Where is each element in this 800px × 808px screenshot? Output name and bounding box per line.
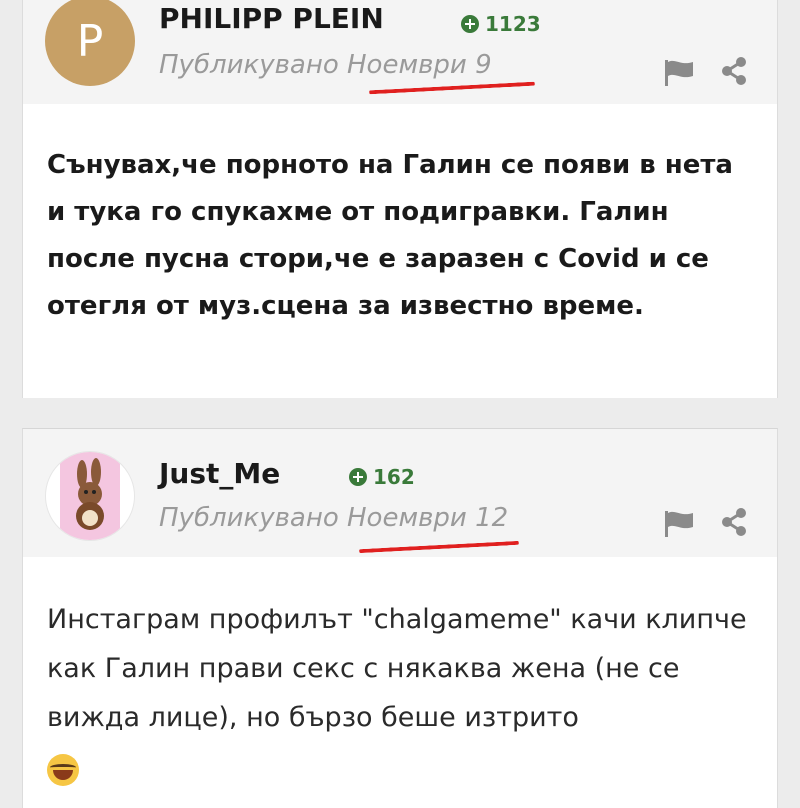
published-date[interactable]: Публикувано Ноември 9: [159, 50, 492, 80]
avatar[interactable]: [45, 451, 135, 541]
post-body-text: Инстаграм профилът "chalgameme" качи кли…: [47, 604, 747, 733]
plus-circle-icon: [349, 468, 367, 486]
post-philipp-plein: P PHILIPP PLEIN 1123 Публикувано Ноември…: [22, 0, 778, 398]
report-flag-button[interactable]: [663, 509, 697, 543]
post-header: Just_Me 162 Публикувано Ноември 12: [23, 429, 777, 557]
published-date[interactable]: Публикувано Ноември 12: [159, 503, 508, 533]
laughing-tears-emoji-icon: [47, 753, 79, 786]
reputation-count: 1123: [485, 12, 541, 36]
share-icon: [722, 508, 746, 536]
username[interactable]: PHILIPP PLEIN: [159, 2, 384, 35]
flag-icon: [665, 511, 693, 537]
bunny-avatar-icon: [60, 452, 120, 540]
share-icon: [722, 57, 746, 85]
share-button[interactable]: [719, 507, 749, 541]
reputation-count: 162: [373, 465, 415, 489]
red-annotation-underline: [369, 81, 535, 95]
report-flag-button[interactable]: [663, 58, 697, 92]
post-just-me: Just_Me 162 Публикувано Ноември 12 Инста…: [22, 428, 778, 808]
username[interactable]: Just_Me: [159, 457, 280, 490]
reputation-badge: 1123: [461, 12, 541, 36]
share-button[interactable]: [719, 56, 749, 90]
avatar-letter: P: [76, 15, 104, 67]
post-body: Инстаграм профилът "chalgameme" качи кли…: [47, 595, 757, 791]
reputation-badge: 162: [349, 465, 415, 489]
flag-icon: [665, 60, 693, 86]
post-header: P PHILIPP PLEIN 1123 Публикувано Ноември…: [23, 0, 777, 104]
post-body: Сънувах,че порното на Галин се появи в н…: [47, 150, 733, 321]
red-annotation-underline: [359, 540, 519, 554]
avatar[interactable]: P: [45, 0, 135, 86]
plus-circle-icon: [461, 15, 479, 33]
